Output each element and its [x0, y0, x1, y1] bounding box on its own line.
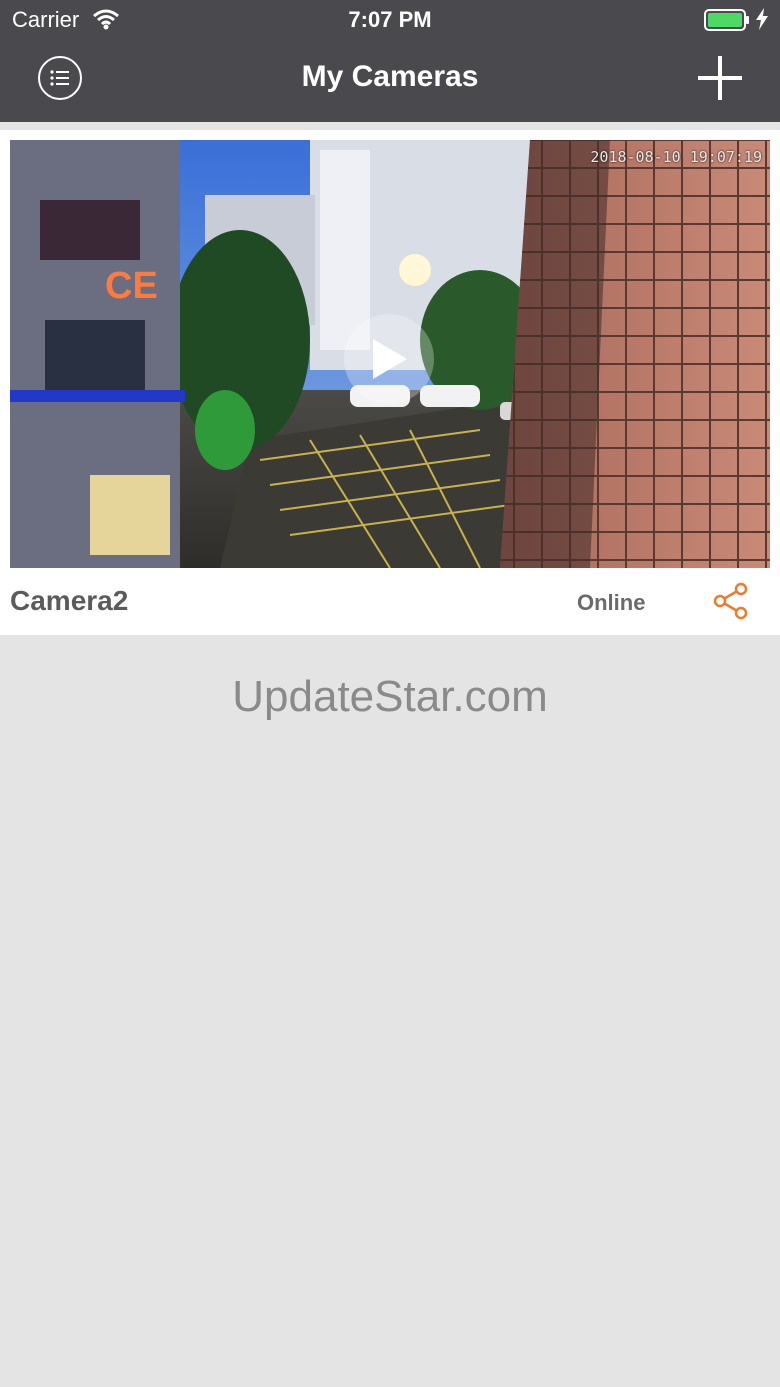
camera-name: Camera2: [10, 585, 129, 616]
status-bar: Carrier 7:07 PM: [0, 0, 780, 40]
battery-icon: [704, 9, 749, 31]
play-icon: [373, 339, 407, 379]
navigation-bar: My Cameras: [0, 40, 780, 122]
camera-status: Online: [577, 590, 646, 615]
svg-text:CE: CE: [105, 265, 158, 307]
top-bar: Carrier 7:07 PM My Cameras: [0, 0, 780, 122]
watermark-text: UpdateStar.com: [232, 672, 548, 721]
camera-card[interactable]: CE 2018-08-10 19:07:19 Camera2 Online: [0, 130, 780, 635]
play-button[interactable]: [344, 314, 434, 404]
share-button[interactable]: [712, 582, 750, 620]
camera-preview[interactable]: CE 2018-08-10 19:07:19: [10, 140, 770, 568]
plus-icon: [698, 56, 742, 100]
add-camera-button[interactable]: [696, 54, 744, 102]
status-time: 7:07 PM: [348, 7, 432, 32]
charging-icon: [755, 8, 769, 36]
page-title: My Cameras: [301, 60, 479, 93]
video-timestamp: 2018-08-10 19:07:19: [590, 148, 762, 166]
share-icon: [713, 582, 748, 620]
